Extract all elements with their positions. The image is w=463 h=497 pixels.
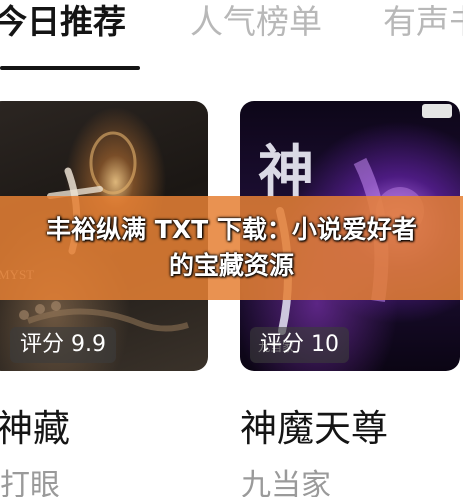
score-badge: 评分 10 <box>250 327 349 363</box>
recommendation-page: 今日推荐 人气榜单 有声书 MYST 评分 9.9 神 九当家 评分 1 <box>0 0 463 497</box>
tab-audiobooks[interactable]: 有声书 <box>383 0 463 48</box>
tab-popular-ranking[interactable]: 人气榜单 <box>190 0 322 48</box>
tab-bar: 今日推荐 人气榜单 有声书 <box>0 0 463 80</box>
book-title[interactable]: 神魔天尊 <box>240 404 388 454</box>
banner-title: 丰裕纵满 TXT 下载：小说爱好者的宝藏资源 <box>46 215 417 280</box>
book-author: 打眼 <box>0 468 60 497</box>
tab-today-recommend[interactable]: 今日推荐 <box>0 0 126 48</box>
article-title-banner: 丰裕纵满 TXT 下载：小说爱好者的宝藏资源 <box>0 196 463 300</box>
book-author: 九当家 <box>241 468 331 497</box>
cover-corner-tag <box>422 104 452 118</box>
score-badge: 评分 9.9 <box>10 327 116 363</box>
book-title[interactable]: 神藏 <box>0 404 70 454</box>
active-tab-indicator <box>0 66 140 70</box>
